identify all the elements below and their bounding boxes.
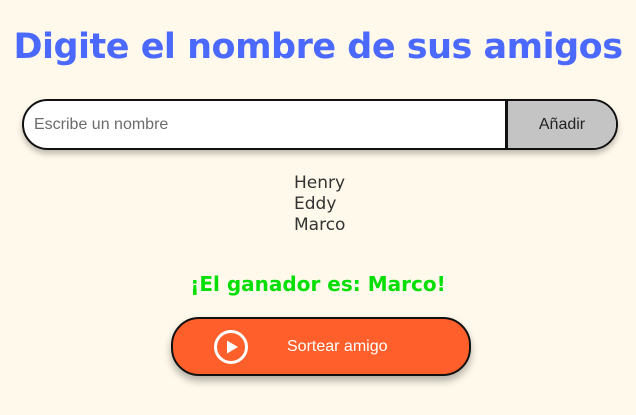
name-input-group: Añadir (22, 99, 618, 150)
winner-result: ¡El ganador es: Marco! (190, 272, 446, 296)
draw-button-label: Sortear amigo (287, 337, 388, 355)
list-item: Henry (294, 173, 346, 193)
name-input[interactable] (24, 101, 505, 148)
list-item: Marco (294, 215, 346, 235)
add-button[interactable]: Añadir (505, 101, 616, 148)
play-circle-icon (213, 329, 249, 365)
friend-list: Henry Eddy Marco (294, 173, 345, 236)
page-title: Digite el nombre de sus amigos (13, 27, 623, 67)
list-item: Eddy (294, 194, 337, 214)
draw-friend-button[interactable]: Sortear amigo (171, 317, 471, 376)
